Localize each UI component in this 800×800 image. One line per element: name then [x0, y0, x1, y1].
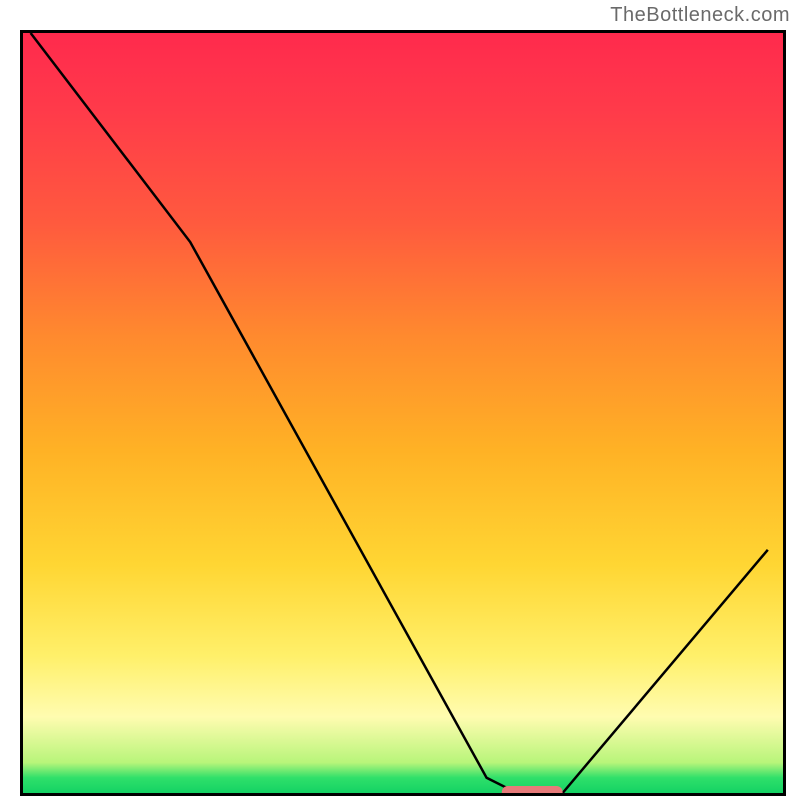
bottleneck-curve-line: [31, 33, 768, 793]
optimal-range-marker: [502, 786, 563, 793]
plot-area: [20, 30, 786, 796]
watermark-text: TheBottleneck.com: [610, 4, 790, 27]
chart-svg: [23, 33, 783, 793]
